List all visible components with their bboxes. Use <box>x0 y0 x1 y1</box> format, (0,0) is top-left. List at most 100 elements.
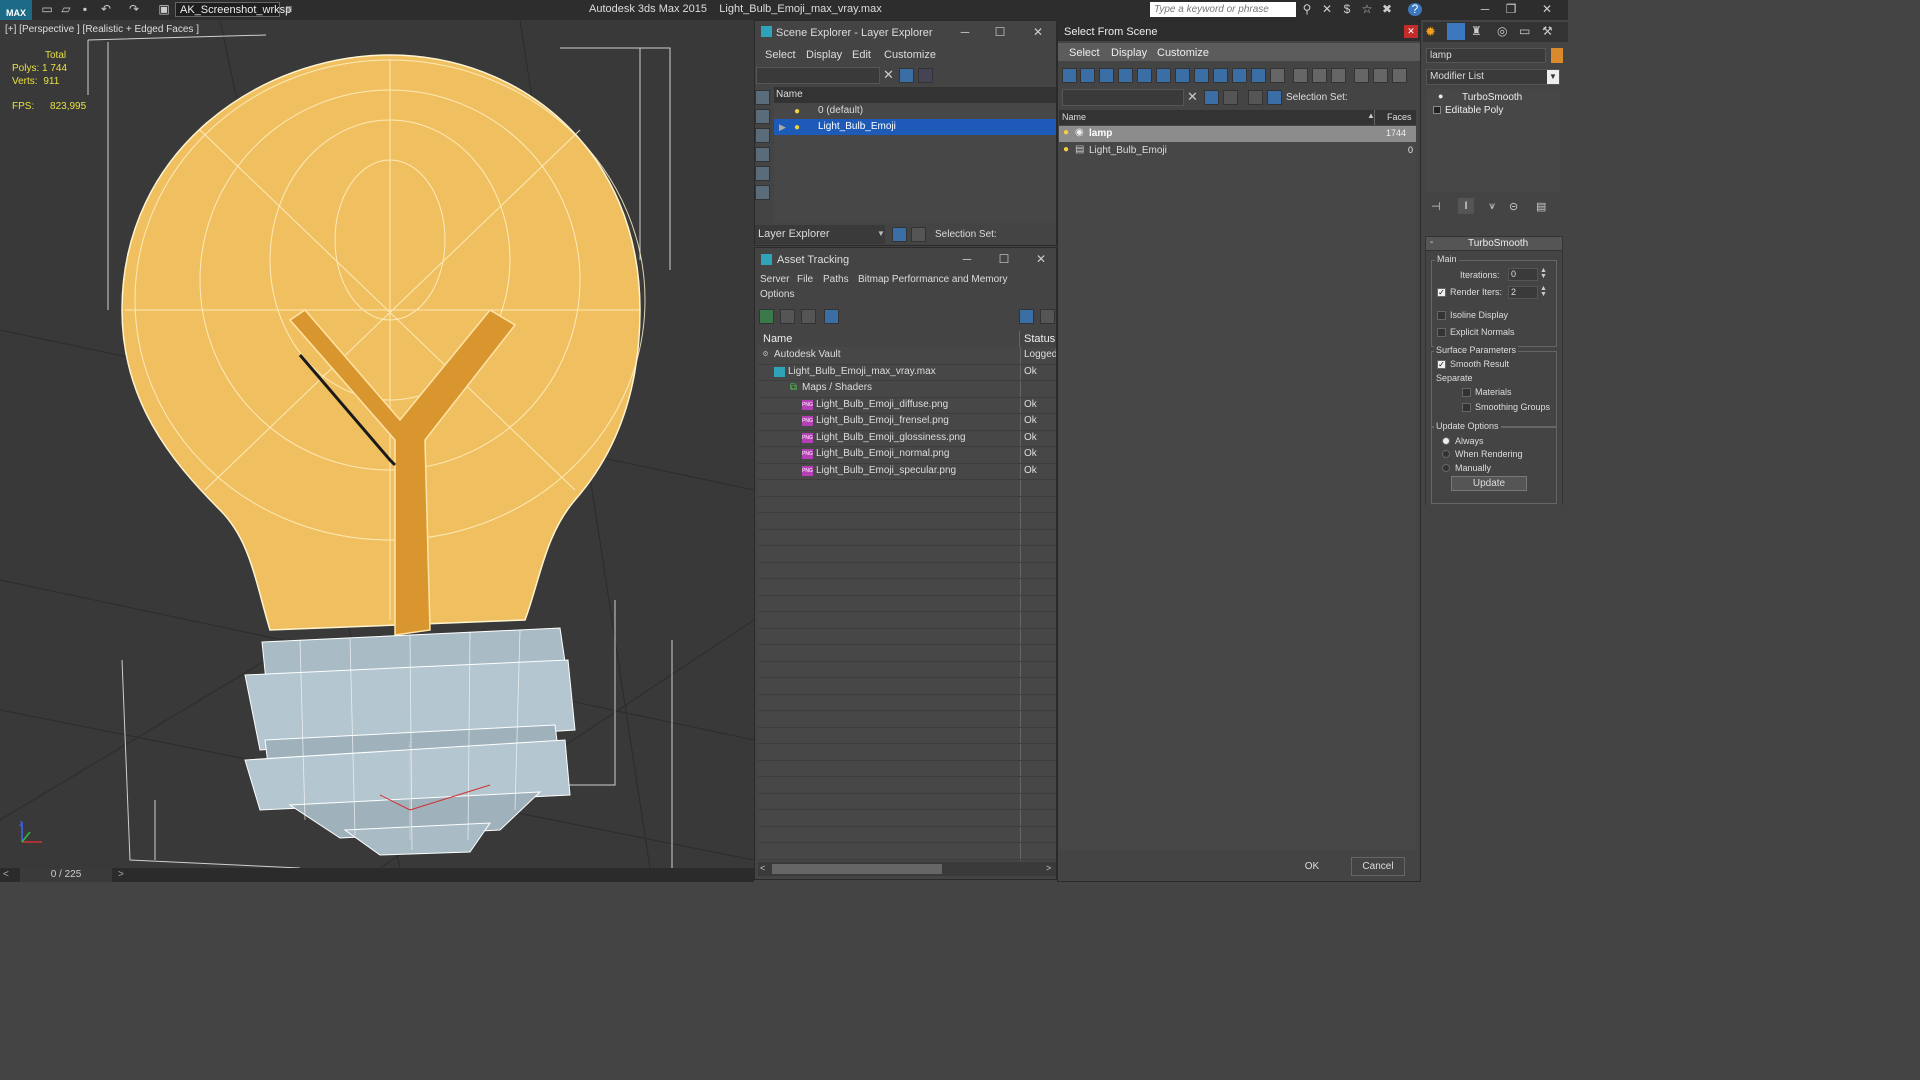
scroll-left-icon[interactable]: < <box>760 863 765 873</box>
motion-tab-icon[interactable]: ◎ <box>1497 24 1507 38</box>
display-geometry-icon[interactable] <box>1080 68 1095 83</box>
filter-icon[interactable] <box>899 68 914 83</box>
display-cameras-icon[interactable] <box>1137 68 1152 83</box>
asset-menu-file[interactable]: File <box>797 274 813 285</box>
scene-explorer-menu-select[interactable]: Select <box>765 49 796 61</box>
smoothing-groups-checkbox[interactable] <box>1462 403 1471 412</box>
rollout-collapse-icon[interactable]: - <box>1430 237 1433 248</box>
select-col-faces[interactable]: Faces <box>1375 110 1416 125</box>
keyword-search-input[interactable]: Type a keyword or phrase <box>1150 2 1296 17</box>
select-none-icon[interactable] <box>1312 68 1327 83</box>
select-menu-customize[interactable]: Customize <box>1157 47 1209 59</box>
display-lights-icon[interactable] <box>1118 68 1133 83</box>
expand-arrow-icon[interactable]: ▶ <box>779 122 786 133</box>
utilities-tab-icon[interactable]: ⚒ <box>1542 24 1553 38</box>
asset-tracking-maximize-icon[interactable]: ☐ <box>997 253 1011 266</box>
refresh-icon[interactable] <box>759 309 774 324</box>
render-iters-spinner-input[interactable]: 2 <box>1508 286 1538 299</box>
scene-explorer-minimize-icon[interactable]: ─ <box>958 26 972 39</box>
asset-row[interactable]: ⧉ Maps / Shaders <box>758 381 1056 398</box>
display-geometry-icon[interactable] <box>755 109 770 124</box>
save-icon[interactable]: ▪ <box>78 3 92 16</box>
time-prev-arrow-icon[interactable]: < <box>3 869 9 880</box>
hierarchy-toggle-icon[interactable] <box>1373 68 1388 83</box>
asset-row[interactable]: PNG Light_Bulb_Emoji_diffuse.png Ok <box>758 398 1056 414</box>
clear-search-icon[interactable]: ✕ <box>883 67 894 83</box>
scene-explorer-column-name[interactable]: Name <box>774 87 1056 103</box>
select-all-icon[interactable] <box>1293 68 1308 83</box>
display-containers-icon[interactable] <box>1251 68 1266 83</box>
dropdown-arrow-icon[interactable]: ▼ <box>877 229 885 238</box>
object-color-swatch[interactable] <box>1551 48 1563 63</box>
show-end-result-icon[interactable]: I <box>1458 198 1474 214</box>
perspective-viewport[interactable]: [+] [Perspective ] [Realistic + Edged Fa… <box>0 20 754 868</box>
layer-row-light-bulb[interactable]: Light_Bulb_Emoji <box>774 119 1056 135</box>
make-unique-icon[interactable]: ⩛ <box>1489 200 1495 213</box>
hierarchy-tab-icon[interactable]: ♜ <box>1471 24 1482 38</box>
viewport-label[interactable]: [+] [Perspective ] [Realistic + Edged Fa… <box>5 24 199 35</box>
asset-menu-server[interactable]: Server <box>760 274 789 285</box>
asset-col-status[interactable]: Status <box>1020 331 1056 347</box>
select-col-name[interactable]: Name <box>1059 110 1375 125</box>
lightbulb-modifier-toggle-icon[interactable]: ● <box>1438 91 1443 101</box>
asset-help-icon[interactable] <box>1019 309 1034 324</box>
scene-explorer-menu-display[interactable]: Display <box>806 49 842 61</box>
open-file-icon[interactable]: ▱ <box>59 3 73 16</box>
select-clear-search-icon[interactable]: ✕ <box>1187 89 1198 105</box>
display-groups-icon[interactable] <box>1194 68 1209 83</box>
object-name-input[interactable]: lamp <box>1426 48 1546 63</box>
time-slider[interactable]: < 0 / 225 > <box>0 868 754 882</box>
sort-ascending-icon[interactable]: ▲ <box>1367 111 1375 120</box>
layer-mode-icon[interactable] <box>892 227 907 242</box>
scene-explorer-search-input[interactable] <box>756 67 880 84</box>
lightbulb-visibility-icon[interactable]: ● <box>794 106 800 117</box>
asset-row[interactable]: ⚙ Autodesk Vault Logged <box>758 348 1056 365</box>
display-frozen-icon[interactable] <box>1270 68 1285 83</box>
funnel-filter-icon[interactable] <box>1354 68 1369 83</box>
remove-modifier-icon[interactable]: ⊝ <box>1509 200 1518 213</box>
frame-counter[interactable]: 0 / 225 <box>20 868 112 882</box>
select-search-input[interactable] <box>1062 89 1184 106</box>
display-bones-icon[interactable] <box>1232 68 1247 83</box>
lightbulb-visibility-icon[interactable]: ● <box>1063 144 1069 155</box>
select-dialog-close-icon[interactable]: ✕ <box>1404 25 1418 38</box>
asset-menu-bitmap[interactable]: Bitmap Performance and Memory <box>858 274 1008 285</box>
collapse-all-icon[interactable] <box>1392 68 1407 83</box>
modifier-list-dropdown[interactable]: Modifier List <box>1426 69 1560 85</box>
smooth-result-checkbox[interactable]: ✓ <box>1437 360 1446 369</box>
iterations-spinner-input[interactable]: 0 <box>1508 268 1538 281</box>
turbosmooth-rollout-header[interactable]: - TurboSmooth <box>1425 236 1563 251</box>
asset-col-name[interactable]: Name <box>758 331 1020 347</box>
ok-button[interactable]: OK <box>1285 857 1339 876</box>
scene-explorer-menu-edit[interactable]: Edit <box>852 49 871 61</box>
new-file-icon[interactable]: ▭ <box>40 3 54 16</box>
help-icon[interactable]: ? <box>1408 3 1422 16</box>
thumbnail-view-icon[interactable] <box>801 309 816 324</box>
iterations-spinner-arrows-icon[interactable]: ▲ ▼ <box>1540 267 1547 280</box>
display-helpers-icon[interactable] <box>755 185 770 200</box>
asset-horizontal-scrollbar[interactable]: < > <box>758 862 1056 876</box>
scene-explorer-maximize-icon[interactable]: ☐ <box>993 26 1007 39</box>
layer-row-default[interactable]: 0 (default) <box>774 103 1056 119</box>
binoculars-icon[interactable]: ⚲ <box>1300 3 1314 16</box>
select-row-light-bulb[interactable]: ● ▤ Light_Bulb_Emoji 0 <box>1059 143 1416 159</box>
update-button[interactable]: Update <box>1451 476 1527 491</box>
lightbulb-visibility-icon[interactable]: ● <box>1063 127 1069 138</box>
restore-icon[interactable]: ❐ <box>1504 3 1518 16</box>
explorer-type-dropdown[interactable]: Layer Explorer <box>755 225 885 244</box>
render-iters-spinner-arrows-icon[interactable]: ▲ ▼ <box>1540 285 1547 298</box>
update-when-rendering-radio[interactable] <box>1442 450 1450 458</box>
display-all-icon[interactable] <box>1062 68 1077 83</box>
display-lights-icon[interactable] <box>755 147 770 162</box>
layer-options-icon[interactable] <box>918 68 933 83</box>
asset-tracking-minimize-icon[interactable]: ─ <box>960 253 974 266</box>
stack-item-editable-poly[interactable]: Editable Poly <box>1445 105 1503 116</box>
table-view-icon[interactable] <box>824 309 839 324</box>
cancel-button[interactable]: Cancel <box>1351 857 1405 876</box>
scroll-right-icon[interactable]: > <box>1046 863 1051 873</box>
exchange-icon[interactable]: ✖ <box>1380 3 1394 16</box>
pin-stack-icon[interactable]: ⊣ <box>1431 200 1441 213</box>
display-spacewarps-icon[interactable] <box>1175 68 1190 83</box>
update-manually-radio[interactable] <box>1442 464 1450 472</box>
display-cameras-icon[interactable] <box>755 166 770 181</box>
